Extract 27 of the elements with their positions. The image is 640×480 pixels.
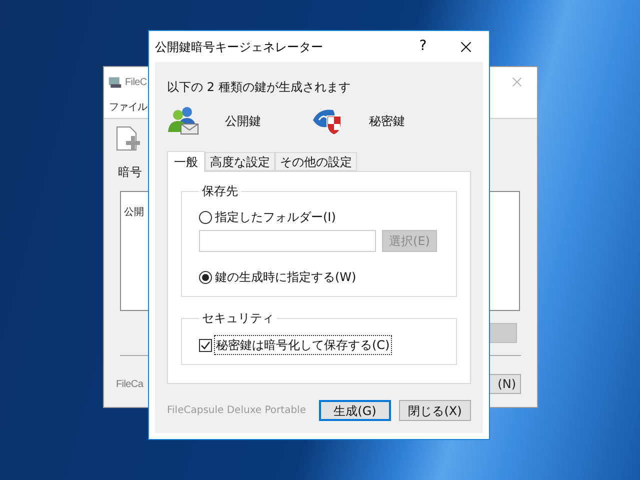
window-title: FileC (125, 76, 147, 90)
app-icon (108, 76, 122, 88)
footer-text: FileCa (116, 378, 144, 392)
users-envelope-icon (167, 106, 201, 136)
group-title: セキュリティ (201, 310, 275, 327)
menu-item[interactable]: ファイル (109, 100, 147, 115)
radio-label[interactable]: 鍵の生成時に指定する(W) (215, 268, 356, 286)
help-button[interactable]: ? (403, 31, 443, 62)
new-document-icon[interactable] (114, 125, 142, 153)
dialog-button[interactable]: 生成(G) (319, 400, 391, 421)
section-label: 暗号 (118, 164, 143, 181)
key-label: 秘密鍵 (369, 113, 405, 130)
tab[interactable]: その他の設定 (275, 152, 357, 171)
checkbox[interactable] (199, 338, 212, 352)
radio-label[interactable]: 指定したフォルダー(I) (215, 208, 336, 226)
footer-text: FileCapsule Deluxe Portable (167, 404, 306, 418)
dialog-button[interactable]: 閉じる(X) (399, 400, 471, 421)
radio-button[interactable] (199, 270, 212, 284)
window-title: 公開鍵暗号キージェネレーター (155, 38, 323, 56)
group-title: 保存先 (201, 183, 239, 200)
tab[interactable]: 一般 (167, 151, 205, 172)
tab[interactable]: 高度な設定 (205, 152, 275, 171)
radio-button[interactable] (199, 210, 212, 224)
checkbox-label[interactable]: 秘密鍵は暗号化して保存する(C) (214, 335, 392, 355)
key-label: 公開鍵 (225, 113, 261, 130)
list-item[interactable]: 公開 (124, 207, 144, 218)
intro-text: 以下の 2 種類の鍵が生成されます (167, 79, 352, 96)
